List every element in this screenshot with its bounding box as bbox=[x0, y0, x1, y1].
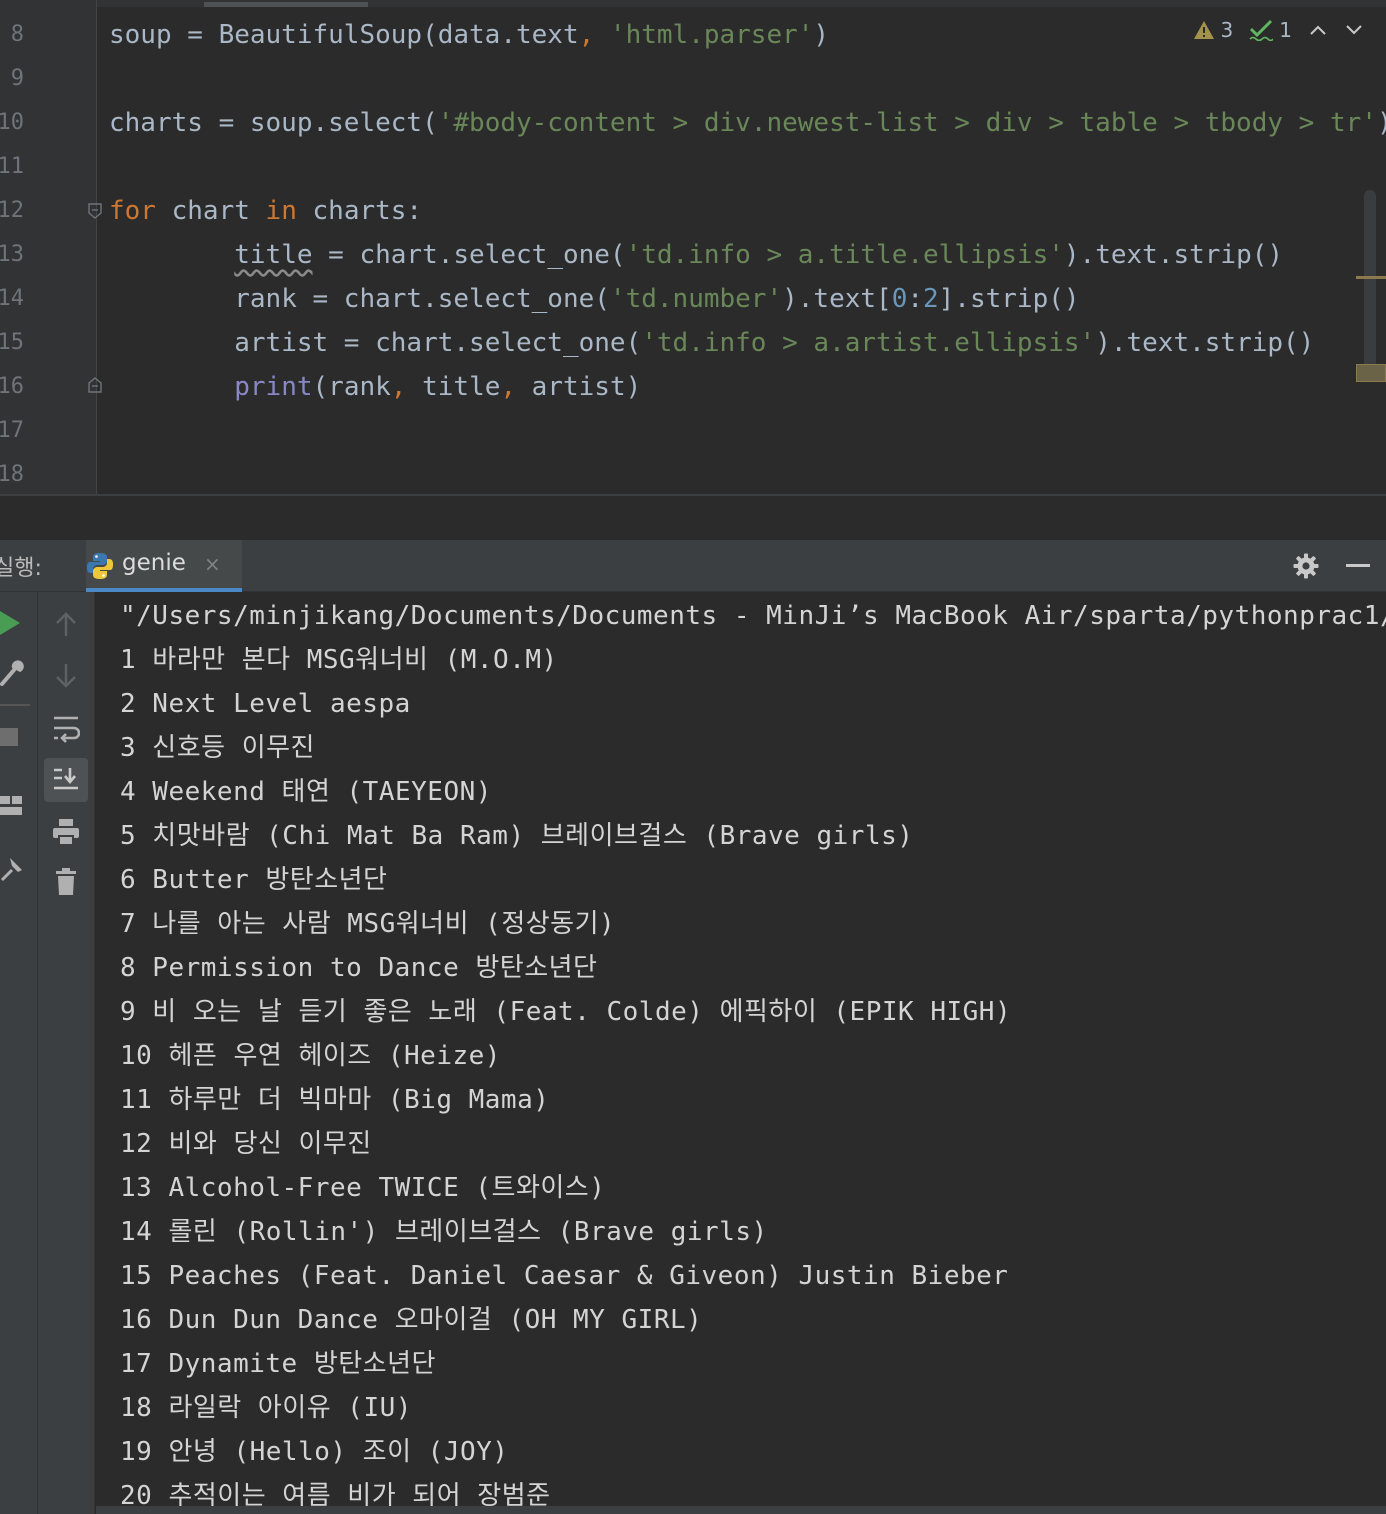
console-line: 5 치맛바람 (Chi Mat Ba Ram) 브레이브걸스 (Brave gi… bbox=[120, 821, 914, 851]
print-icon[interactable] bbox=[52, 818, 80, 846]
console-line: 10 헤픈 우연 헤이즈 (Heize) bbox=[120, 1041, 501, 1071]
down-arrow-icon[interactable] bbox=[54, 662, 78, 690]
next-highlight-icon[interactable] bbox=[1344, 23, 1364, 37]
line-number: 9 bbox=[10, 66, 24, 91]
inspections-widget[interactable]: 3 1 bbox=[1193, 18, 1364, 42]
line-number: 16 bbox=[0, 374, 24, 399]
console-line: 19 안녕 (Hello) 조이 (JOY) bbox=[120, 1437, 509, 1467]
code-line-13[interactable]: title = chart.select_one('td.info > a.ti… bbox=[109, 233, 1283, 277]
trash-icon[interactable] bbox=[54, 868, 78, 896]
line-number: 18 bbox=[0, 462, 24, 487]
warning-stripe-marker[interactable] bbox=[1356, 276, 1386, 279]
stop-icon[interactable] bbox=[0, 728, 20, 748]
console-line: 12 비와 당신 이무진 bbox=[120, 1129, 372, 1159]
console-line: 4 Weekend 태연 (TAEYEON) bbox=[120, 777, 492, 807]
console-line: 3 신호등 이무진 bbox=[120, 733, 315, 763]
wrench-icon[interactable] bbox=[0, 658, 24, 686]
rerun-icon[interactable] bbox=[0, 610, 22, 636]
soft-wrap-icon[interactable] bbox=[52, 714, 80, 744]
up-arrow-icon[interactable] bbox=[54, 610, 78, 638]
warning-stripe-marker[interactable] bbox=[1356, 364, 1386, 382]
panel-gap bbox=[0, 496, 1386, 540]
code-line-15[interactable]: artist = chart.select_one('td.info > a.a… bbox=[109, 321, 1314, 365]
console-line: 7 나를 아는 사람 MSG워너비 (정상동기) bbox=[120, 909, 616, 939]
run-toolwindow-header: 실행: genie × bbox=[0, 540, 1386, 592]
scroll-to-end-toggle[interactable] bbox=[44, 758, 88, 802]
console-line: 11 하루만 더 빅마마 (Big Mama) bbox=[120, 1085, 550, 1115]
warning-icon bbox=[1193, 21, 1214, 39]
prev-highlight-icon[interactable] bbox=[1308, 23, 1328, 37]
python-icon bbox=[87, 553, 113, 579]
warnings-count[interactable]: 3 bbox=[1193, 18, 1233, 42]
line-number: 8 bbox=[10, 22, 24, 47]
run-toolwindow-title: 실행: bbox=[0, 556, 42, 581]
code-editor[interactable]: 8 9 10 11 12 13 14 15 16 17 18 soup = Be… bbox=[0, 0, 1386, 494]
hide-panel-icon[interactable] bbox=[1346, 564, 1370, 568]
close-tab-icon[interactable]: × bbox=[204, 552, 221, 576]
editor-vertical-scrollbar[interactable] bbox=[1364, 190, 1376, 380]
run-toolbar-secondary bbox=[38, 592, 95, 1514]
line-number: 17 bbox=[0, 418, 24, 443]
line-number: 15 bbox=[0, 330, 24, 355]
layout-icon[interactable] bbox=[0, 794, 24, 818]
console-line: 1 바라만 본다 MSG워너비 (M.O.M) bbox=[120, 645, 558, 675]
console-line: 9 비 오는 날 듣기 좋은 노래 (Feat. Colde) 에픽하이 (EP… bbox=[120, 997, 1012, 1027]
tab-genie[interactable]: genie × bbox=[86, 540, 242, 592]
console-output[interactable]: "/Users/minjikang/Documents/Documents - … bbox=[96, 592, 1386, 1514]
console-line: 2 Next Level aespa bbox=[120, 689, 411, 719]
typos-count[interactable]: 1 bbox=[1249, 18, 1292, 42]
line-number: 13 bbox=[0, 242, 24, 267]
settings-icon[interactable] bbox=[1292, 552, 1320, 580]
line-number: 10 bbox=[0, 110, 24, 135]
console-horizontal-scrollbar[interactable] bbox=[96, 1506, 1386, 1514]
code-line-12[interactable]: for chart in charts: bbox=[109, 189, 422, 233]
console-line: 18 라일락 아이유 (IU) bbox=[120, 1393, 412, 1423]
code-line-14[interactable]: rank = chart.select_one('td.number').tex… bbox=[109, 277, 1079, 321]
code-line-10[interactable]: charts = soup.select('#body-content > di… bbox=[109, 101, 1386, 145]
console-line: 17 Dynamite 방탄소년단 bbox=[120, 1349, 436, 1379]
console-line: "/Users/minjikang/Documents/Documents - … bbox=[120, 601, 1386, 631]
fold-end-icon[interactable] bbox=[88, 377, 102, 393]
console-line: 16 Dun Dun Dance 오마이걸 (OH MY GIRL) bbox=[120, 1305, 703, 1335]
console-line: 13 Alcohol-Free TWICE (트와이스) bbox=[120, 1173, 606, 1203]
fold-open-icon[interactable] bbox=[88, 203, 102, 219]
tab-label: genie bbox=[122, 550, 186, 576]
line-number: 11 bbox=[0, 154, 24, 179]
console-line: 15 Peaches (Feat. Daniel Caesar & Giveon… bbox=[120, 1261, 1009, 1291]
line-number: 12 bbox=[0, 198, 24, 223]
editor-tab-scroll-indicator[interactable] bbox=[204, 2, 368, 7]
run-toolbar-primary bbox=[0, 592, 38, 1514]
console-line: 14 롤린 (Rollin') 브레이브걸스 (Brave girls) bbox=[120, 1217, 768, 1247]
line-number-gutter: 8 9 10 11 12 13 14 15 16 17 18 bbox=[0, 0, 97, 494]
line-number: 14 bbox=[0, 286, 24, 311]
typo-check-icon bbox=[1249, 19, 1274, 41]
toolbar-separator bbox=[0, 704, 30, 706]
console-line: 8 Permission to Dance 방탄소년단 bbox=[120, 953, 598, 983]
pin-icon[interactable] bbox=[0, 856, 24, 882]
scroll-to-end-icon bbox=[54, 768, 78, 790]
console-line: 6 Butter 방탄소년단 bbox=[120, 865, 388, 895]
code-line-8[interactable]: soup = BeautifulSoup(data.text, 'html.pa… bbox=[109, 13, 829, 57]
code-line-16[interactable]: print(rank, title, artist) bbox=[109, 365, 641, 409]
